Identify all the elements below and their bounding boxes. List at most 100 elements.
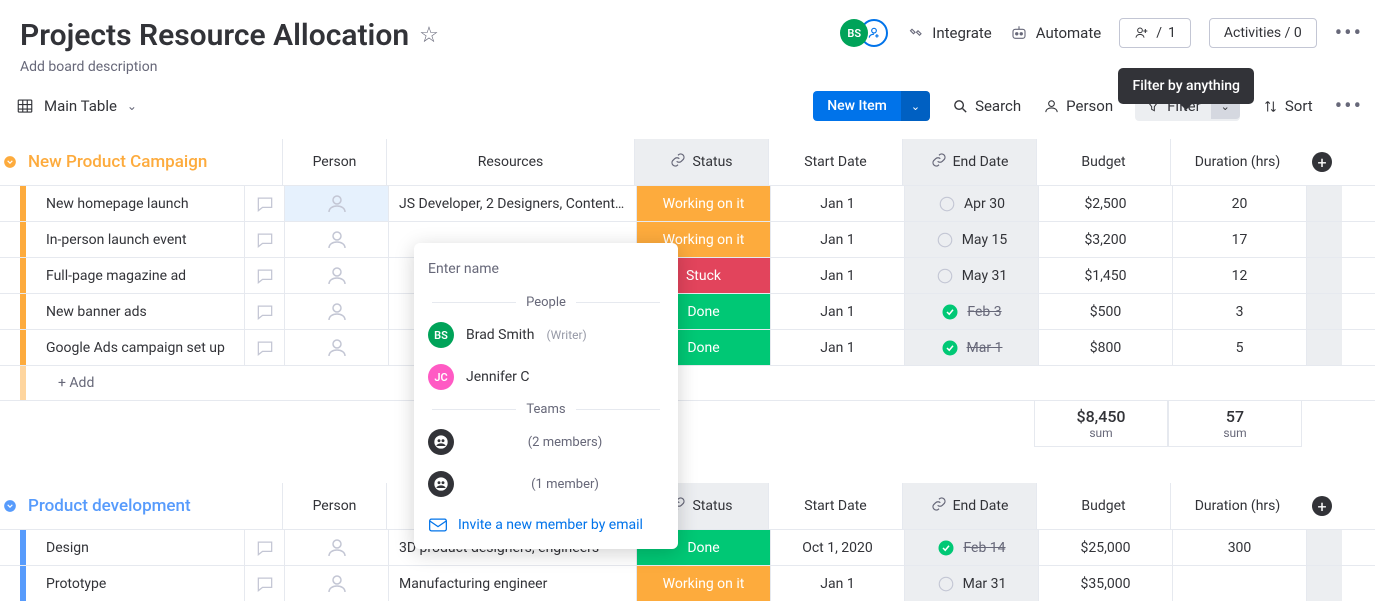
chat-icon[interactable] [244,294,284,329]
row-name[interactable]: In-person launch event [26,222,244,257]
col-resources[interactable]: Resources [386,139,634,185]
table-row[interactable]: Full-page magazine ad Stuck Jan 1 May 31… [0,257,1375,293]
cell-person[interactable] [284,530,388,565]
col-enddate[interactable]: End Date [902,139,1036,185]
view-tab-main[interactable]: Main Table ⌄ [16,97,137,115]
col-person[interactable]: Person [282,139,386,185]
row-name[interactable]: Full-page magazine ad [26,258,244,293]
table-row[interactable]: New homepage launch JS Developer, 2 Desi… [0,185,1375,221]
cell-startdate[interactable]: Jan 1 [770,566,904,601]
cell-person[interactable] [284,222,388,257]
cell-person[interactable] [284,186,388,221]
cell-duration[interactable]: 20 [1172,186,1306,221]
new-item-button[interactable]: New Item ⌄ [813,91,930,121]
team-option[interactable]: (2 members) [414,421,678,463]
row-name[interactable]: New banner ads [26,294,244,329]
col-startdate[interactable]: Start Date [768,483,902,529]
cell-budget[interactable]: $2,500 [1038,186,1172,221]
cell-person[interactable] [284,566,388,601]
new-item-label[interactable]: New Item [813,91,901,121]
new-item-dropdown[interactable]: ⌄ [901,91,930,121]
people-option[interactable]: BS Brad Smith (Writer) [414,314,678,356]
cell-startdate[interactable]: Jan 1 [770,330,904,365]
cell-enddate[interactable]: Feb 14 [904,530,1038,565]
cell-duration[interactable]: 300 [1172,530,1306,565]
invite-button[interactable]: / 1 [1119,18,1191,48]
sort-button[interactable]: Sort [1262,97,1313,115]
cell-duration[interactable]: 5 [1172,330,1306,365]
cell-startdate[interactable]: Jan 1 [770,186,904,221]
chat-icon[interactable] [244,258,284,293]
team-option[interactable]: (1 member) [414,463,678,505]
people-option[interactable]: JC Jennifer C [414,356,678,398]
col-startdate[interactable]: Start Date [768,139,902,185]
cell-enddate[interactable]: May 15 [904,222,1038,257]
add-column[interactable]: + [1304,496,1340,516]
cell-enddate[interactable]: Feb 3 [904,294,1038,329]
cell-person[interactable] [284,258,388,293]
activities-button[interactable]: Activities / 0 [1209,18,1317,48]
cell-budget[interactable]: $1,450 [1038,258,1172,293]
table-row[interactable]: Design 3D product designers, engineers D… [0,529,1375,565]
row-name[interactable]: New homepage launch [26,186,244,221]
cell-enddate[interactable]: Mar 1 [904,330,1038,365]
collapse-icon[interactable] [0,499,20,513]
cell-duration[interactable]: 17 [1172,222,1306,257]
cell-enddate[interactable]: Mar 31 [904,566,1038,601]
cell-startdate[interactable]: Jan 1 [770,258,904,293]
cell-enddate[interactable]: May 31 [904,258,1038,293]
col-duration[interactable]: Duration (hrs) [1170,139,1304,185]
cell-startdate[interactable]: Oct 1, 2020 [770,530,904,565]
chat-icon[interactable] [244,186,284,221]
automate-button[interactable]: Automate [1010,24,1101,42]
cell-duration[interactable]: 3 [1172,294,1306,329]
col-duration[interactable]: Duration (hrs) [1170,483,1304,529]
chat-icon[interactable] [244,222,284,257]
chat-icon[interactable] [244,530,284,565]
row-name[interactable]: Prototype [26,566,244,601]
cell-budget[interactable]: $25,000 [1038,530,1172,565]
cell-status[interactable]: Working on it [636,186,770,221]
col-person[interactable]: Person [282,483,386,529]
cell-budget[interactable]: $500 [1038,294,1172,329]
cell-budget[interactable]: $3,200 [1038,222,1172,257]
cell-resources[interactable]: JS Developer, 2 Designers, Content Writ… [388,186,636,221]
table-row[interactable]: In-person launch event Working on it Jan… [0,221,1375,257]
star-icon[interactable]: ☆ [419,23,439,48]
cell-startdate[interactable]: Jan 1 [770,222,904,257]
invite-by-email[interactable]: Invite a new member by email [414,505,678,537]
cell-budget[interactable]: $35,000 [1038,566,1172,601]
board-title[interactable]: Projects Resource Allocation [20,18,409,53]
table-row[interactable]: New banner ads Done Jan 1 Feb 3 $500 3 [0,293,1375,329]
person-filter-button[interactable]: Person [1043,97,1113,115]
col-budget[interactable]: Budget [1036,483,1170,529]
cell-startdate[interactable]: Jan 1 [770,294,904,329]
table-row[interactable]: Google Ads campaign set up Done Jan 1 Ma… [0,329,1375,365]
table-row[interactable]: Prototype Manufacturing engineer Working… [0,565,1375,601]
cell-enddate[interactable]: Apr 30 [904,186,1038,221]
cell-budget[interactable]: $800 [1038,330,1172,365]
more-menu-icon[interactable]: ••• [1335,21,1363,46]
cell-duration[interactable]: 12 [1172,258,1306,293]
chat-icon[interactable] [244,330,284,365]
cell-duration[interactable] [1172,566,1306,601]
board-description[interactable]: Add board description [20,59,439,75]
col-enddate[interactable]: End Date [902,483,1036,529]
people-search-input[interactable] [426,255,666,283]
cell-resources[interactable]: Manufacturing engineer [388,566,636,601]
integrate-button[interactable]: Integrate [906,24,991,42]
cell-status[interactable]: Working on it [636,566,770,601]
row-name[interactable]: Google Ads campaign set up [26,330,244,365]
add-column[interactable]: + [1304,152,1340,172]
add-row[interactable]: + Add [0,365,1375,401]
avatar-group[interactable]: BS [840,19,888,47]
cell-person[interactable] [284,330,388,365]
group-name[interactable]: New Product Campaign [20,152,282,172]
cell-person[interactable] [284,294,388,329]
search-button[interactable]: Search [952,97,1021,115]
collapse-icon[interactable] [0,155,20,169]
group-name[interactable]: Product development [20,496,282,516]
chat-icon[interactable] [244,566,284,601]
row-name[interactable]: Design [26,530,244,565]
toolbar-more-icon[interactable]: ••• [1335,94,1363,119]
